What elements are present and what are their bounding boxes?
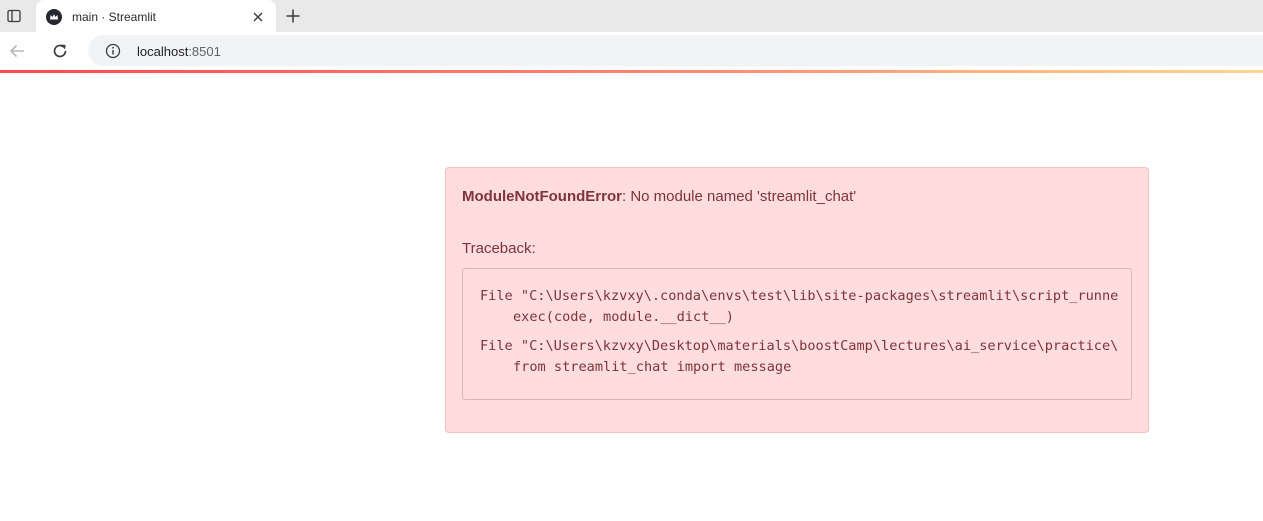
plus-icon[interactable] (282, 5, 304, 27)
reload-icon[interactable] (49, 40, 71, 62)
tab-sidebar-icon[interactable] (4, 6, 24, 26)
tab-title: main · Streamlit (72, 9, 157, 24)
info-icon[interactable] (104, 42, 122, 60)
trace-line: File "C:\Users\kzvxy\.conda\envs\test\li… (480, 288, 1119, 304)
back-arrow-icon[interactable] (6, 40, 28, 62)
browser-toolbar: localhost:8501 (0, 32, 1263, 70)
streamlit-decoration-bar (0, 70, 1263, 73)
close-icon[interactable] (248, 7, 268, 27)
error-detail: : No module named 'streamlit_chat' (621, 188, 857, 205)
browser-tab-strip: main · Streamlit (0, 0, 1263, 33)
trace-line: File "C:\Users\kzvxy\Desktop\materials\b… (480, 338, 1119, 354)
streamlit-crown-icon (46, 8, 62, 25)
address-bar[interactable]: localhost:8501 (88, 35, 1263, 66)
url-text: localhost:8501 (137, 44, 221, 59)
error-message: ModuleNotFoundError: No module named 'st… (462, 188, 856, 205)
error-name: ModuleNotFoundError (462, 188, 622, 205)
trace-line: from streamlit_chat import message (513, 359, 792, 375)
traceback-code-block: File "C:\Users\kzvxy\.conda\envs\test\li… (462, 268, 1132, 400)
error-alert: ModuleNotFoundError: No module named 'st… (445, 167, 1149, 433)
traceback-label: Traceback: (462, 240, 536, 257)
url-port: :8501 (188, 44, 221, 59)
trace-line: exec(code, module.__dict__) (513, 309, 734, 325)
browser-tab-active[interactable]: main · Streamlit (36, 0, 276, 33)
url-host: localhost (137, 44, 189, 59)
